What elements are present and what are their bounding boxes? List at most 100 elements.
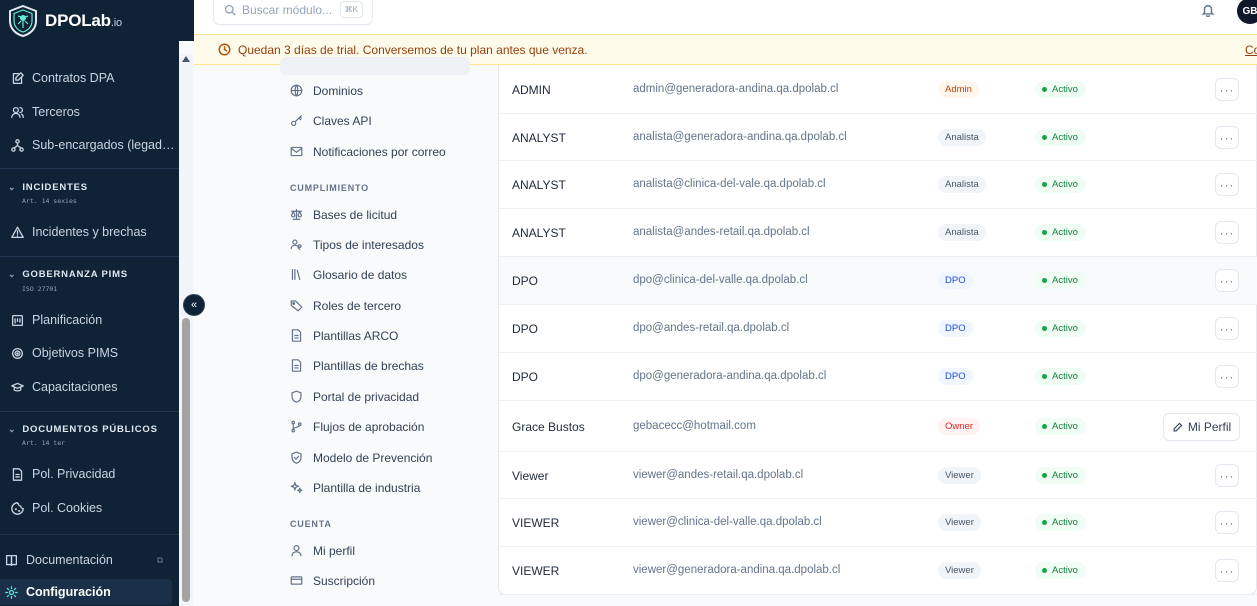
scroll-up-arrow-icon[interactable] xyxy=(182,56,190,62)
sidebar-item-pol-privacidad[interactable]: Pol. Privacidad xyxy=(0,461,179,487)
more-horizontal-icon: ··· xyxy=(1219,130,1235,145)
row-actions-button[interactable]: ··· xyxy=(1215,464,1239,487)
status-text: Activo xyxy=(1052,470,1078,481)
sidebar-item-label: Pol. Cookies xyxy=(32,501,103,515)
settings-item-suscripcion[interactable]: Suscripción xyxy=(290,570,375,592)
status-dot-icon xyxy=(1042,278,1047,283)
bell-icon xyxy=(1201,4,1215,18)
user-email: viewer@generadora-andina.qa.dpolab.cl xyxy=(633,564,841,576)
status-badge: Activo xyxy=(1035,514,1086,531)
sidebar-section-incidentes[interactable]: ⌄ INCIDENTES xyxy=(8,182,88,193)
credit-card-icon xyxy=(290,574,304,588)
notifications-button[interactable] xyxy=(1201,3,1215,18)
row-actions-button[interactable]: ··· xyxy=(1215,221,1239,244)
users-table: ADMIN admin@generadora-andina.qa.dpolab.c… xyxy=(498,65,1257,595)
section-subtitle: Art. 14 ter xyxy=(22,439,66,447)
status-badge: Activo xyxy=(1035,467,1086,484)
avatar[interactable]: GB xyxy=(1237,0,1257,24)
row-actions-button[interactable]: ··· xyxy=(1215,317,1239,340)
settings-item-claves-api[interactable]: Claves API xyxy=(290,110,372,132)
role-badge: Viewer xyxy=(938,467,981,484)
sidebar-item-planificacion[interactable]: Planificación xyxy=(0,307,179,333)
status-badge: Activo xyxy=(1035,129,1086,146)
sidebar-scrollbar-thumb[interactable] xyxy=(182,318,190,602)
topbar: Buscar módulo... ⌘K GB xyxy=(194,0,1257,34)
settings-item-dominios[interactable]: Dominios xyxy=(290,80,363,102)
tag-icon xyxy=(290,299,304,313)
settings-nav-item-active[interactable] xyxy=(280,57,470,75)
user-name: DPO xyxy=(512,370,539,384)
sidebar-section-documentos[interactable]: ⌄ DOCUMENTOS PÚBLICOS xyxy=(8,424,158,435)
sidebar-item-objetivos[interactable]: Objetivos PIMS xyxy=(0,340,179,366)
settings-item-roles-tercero[interactable]: Roles de tercero xyxy=(290,295,401,317)
git-branch-icon xyxy=(290,420,304,434)
sidebar-item-label: Terceros xyxy=(32,105,80,119)
role-badge: Analista xyxy=(938,129,986,146)
status-dot-icon xyxy=(1042,374,1047,379)
user-name: DPO xyxy=(512,322,539,336)
role-badge: DPO xyxy=(938,368,973,385)
user-email: admin@generadora-andina.qa.dpolab.cl xyxy=(633,83,839,95)
status-dot-icon xyxy=(1042,230,1047,235)
library-icon xyxy=(290,268,304,282)
status-dot-icon xyxy=(1042,473,1047,478)
settings-item-glosario[interactable]: Glosario de datos xyxy=(290,264,407,286)
mail-icon xyxy=(290,145,304,159)
settings-item-portal-privacidad[interactable]: Portal de privacidad xyxy=(290,386,419,408)
shield-logo-icon xyxy=(9,4,37,37)
settings-item-notificaciones[interactable]: Notificaciones por correo xyxy=(290,141,446,163)
user-email: dpo@generadora-andina.qa.dpolab.cl xyxy=(633,370,827,382)
status-badge: Activo xyxy=(1035,418,1086,435)
status-text: Activo xyxy=(1052,517,1078,528)
sidebar-item-documentacion[interactable]: Documentación ⧉ xyxy=(0,547,179,573)
settings-item-modelo-prevencion[interactable]: Modelo de Prevención xyxy=(290,447,432,469)
mi-perfil-label: Mi Perfil xyxy=(1187,420,1232,434)
status-text: Activo xyxy=(1052,323,1078,334)
row-actions-button[interactable]: ··· xyxy=(1215,365,1239,388)
sidebar-item-contratos-dpa[interactable]: Contratos DPA xyxy=(0,65,179,91)
sidebar-item-capacitaciones[interactable]: Capacitaciones xyxy=(0,374,179,400)
trial-banner-link[interactable]: Con xyxy=(1245,43,1257,57)
row-actions-button[interactable]: ··· xyxy=(1215,269,1239,292)
search-shortcut: ⌘K xyxy=(339,1,363,18)
row-actions-button[interactable]: ··· xyxy=(1215,173,1239,196)
collapse-sidebar-button[interactable]: « xyxy=(183,294,205,316)
row-actions-button[interactable]: ··· xyxy=(1215,511,1239,534)
more-horizontal-icon: ··· xyxy=(1219,177,1235,192)
row-actions-button[interactable]: ··· xyxy=(1215,559,1239,582)
row-actions-button[interactable]: ··· xyxy=(1215,78,1239,101)
sidebar-item-incidentes[interactable]: Incidentes y brechas xyxy=(0,219,179,245)
settings-item-tipos-interesados[interactable]: Tipos de interesados xyxy=(290,234,424,256)
sidebar-item-sub-encargados[interactable]: Sub-encargados (legad… xyxy=(0,132,179,158)
settings-item-label: Plantillas ARCO xyxy=(313,329,399,343)
chevron-down-icon: ⌄ xyxy=(8,269,17,279)
gear-icon xyxy=(4,585,18,599)
user-name: ADMIN xyxy=(512,83,551,97)
settings-item-plantillas-brechas[interactable]: Plantillas de brechas xyxy=(290,355,424,377)
row-actions-button[interactable]: ··· xyxy=(1215,126,1239,149)
sidebar-section-gobernanza[interactable]: ⌄ GOBERNANZA PIMS xyxy=(8,269,128,280)
settings-item-label: Portal de privacidad xyxy=(313,390,420,404)
settings-item-label: Dominios xyxy=(313,84,364,98)
settings-item-bases-licitud[interactable]: Bases de licitud xyxy=(290,204,397,226)
sidebar-item-pol-cookies[interactable]: Pol. Cookies xyxy=(0,495,179,521)
status-dot-icon xyxy=(1042,424,1047,429)
table-row: Viewer viewer@andes-retail.qa.dpolab.cl Vi… xyxy=(499,452,1257,499)
search-icon xyxy=(224,4,236,16)
sidebar-item-terceros[interactable]: Terceros xyxy=(0,99,179,125)
status-dot-icon xyxy=(1042,568,1047,573)
settings-item-flujos-aprobacion[interactable]: Flujos de aprobación xyxy=(290,416,424,438)
settings-item-mi-perfil[interactable]: Mi perfil xyxy=(290,540,355,562)
search-input[interactable]: Buscar módulo... ⌘K xyxy=(213,0,373,25)
mi-perfil-button[interactable]: Mi Perfil xyxy=(1163,413,1240,441)
sidebar-item-configuracion[interactable]: Configuración xyxy=(0,579,172,605)
settings-item-label: Roles de tercero xyxy=(313,299,402,313)
user-email: dpo@andes-retail.qa.dpolab.cl xyxy=(633,322,790,334)
role-badge: Viewer xyxy=(938,562,981,579)
settings-item-plantilla-industria[interactable]: Plantilla de industria xyxy=(290,477,420,499)
sidebar-item-label: Documentación xyxy=(26,553,113,567)
user-email: analista@generadora-andina.qa.dpolab.cl xyxy=(633,131,847,143)
people-icon xyxy=(290,238,304,252)
brand-logo[interactable]: DPOLab.io xyxy=(0,0,194,41)
settings-item-plantillas-arco[interactable]: Plantillas ARCO xyxy=(290,325,398,347)
